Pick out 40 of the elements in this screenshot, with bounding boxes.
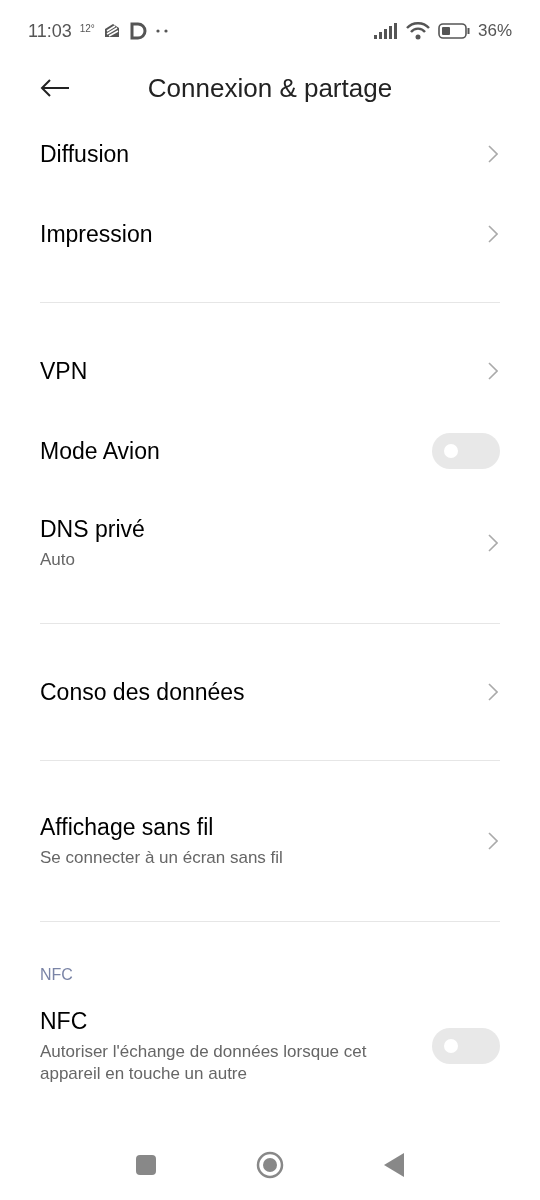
chevron-right-icon	[488, 225, 498, 243]
settings-row[interactable]: Conso des données	[40, 652, 500, 732]
signal-icon	[373, 23, 398, 39]
row-title: Diffusion	[40, 140, 130, 168]
section-header: NFC	[40, 965, 74, 985]
row-title: NFC	[40, 1007, 89, 1035]
temperature: 12°	[79, 22, 95, 34]
settings-row[interactable]: NFC Autoriser l'échange de données lorsque cet appareil en touche un autre	[40, 994, 500, 1098]
row-subtitle: Autoriser l'échange de données lorsque cet appareil en touche un autre	[40, 1040, 368, 1085]
settings-row[interactable]: Diffusion	[40, 114, 500, 194]
battery-icon	[437, 23, 470, 39]
row-subtitle: Se connecter à un écran sans fil	[40, 846, 283, 869]
circle-icon	[256, 1151, 284, 1179]
clock-time: 11:03	[28, 20, 72, 42]
row-title: Affichage sans fil	[40, 813, 215, 841]
square-icon	[136, 1155, 156, 1175]
settings-row[interactable]: Impression	[40, 194, 500, 274]
settings-row[interactable]: VPN	[40, 331, 500, 411]
row-title: DNS privé	[40, 515, 145, 543]
chevron-right-icon	[488, 362, 498, 380]
back-arrow-icon	[40, 79, 70, 97]
row-title: VPN	[40, 357, 88, 385]
settings-row[interactable]: Mode Avion	[40, 411, 500, 491]
row-title: Impression	[40, 220, 153, 248]
settings-row[interactable]: DNS privé Auto	[40, 491, 500, 595]
stack-icon	[102, 23, 121, 39]
settings-row[interactable]: Affichage sans fil Se connecter à un écran sans fil	[40, 789, 500, 893]
battery-percent: 36%	[477, 21, 512, 41]
chevron-right-icon	[488, 145, 498, 163]
chevron-right-icon	[488, 534, 498, 552]
chevron-right-icon	[488, 832, 498, 850]
page-title: Connexion & partage	[146, 72, 394, 104]
dots-icon	[154, 28, 169, 34]
wifi-icon	[405, 22, 430, 40]
row-title: Mode Avion	[40, 437, 160, 465]
chevron-right-icon	[488, 683, 498, 701]
row-subtitle: Auto	[40, 548, 76, 571]
triangle-icon	[384, 1153, 404, 1177]
letter-d-icon	[128, 22, 147, 40]
row-title: Conso des données	[40, 678, 245, 706]
